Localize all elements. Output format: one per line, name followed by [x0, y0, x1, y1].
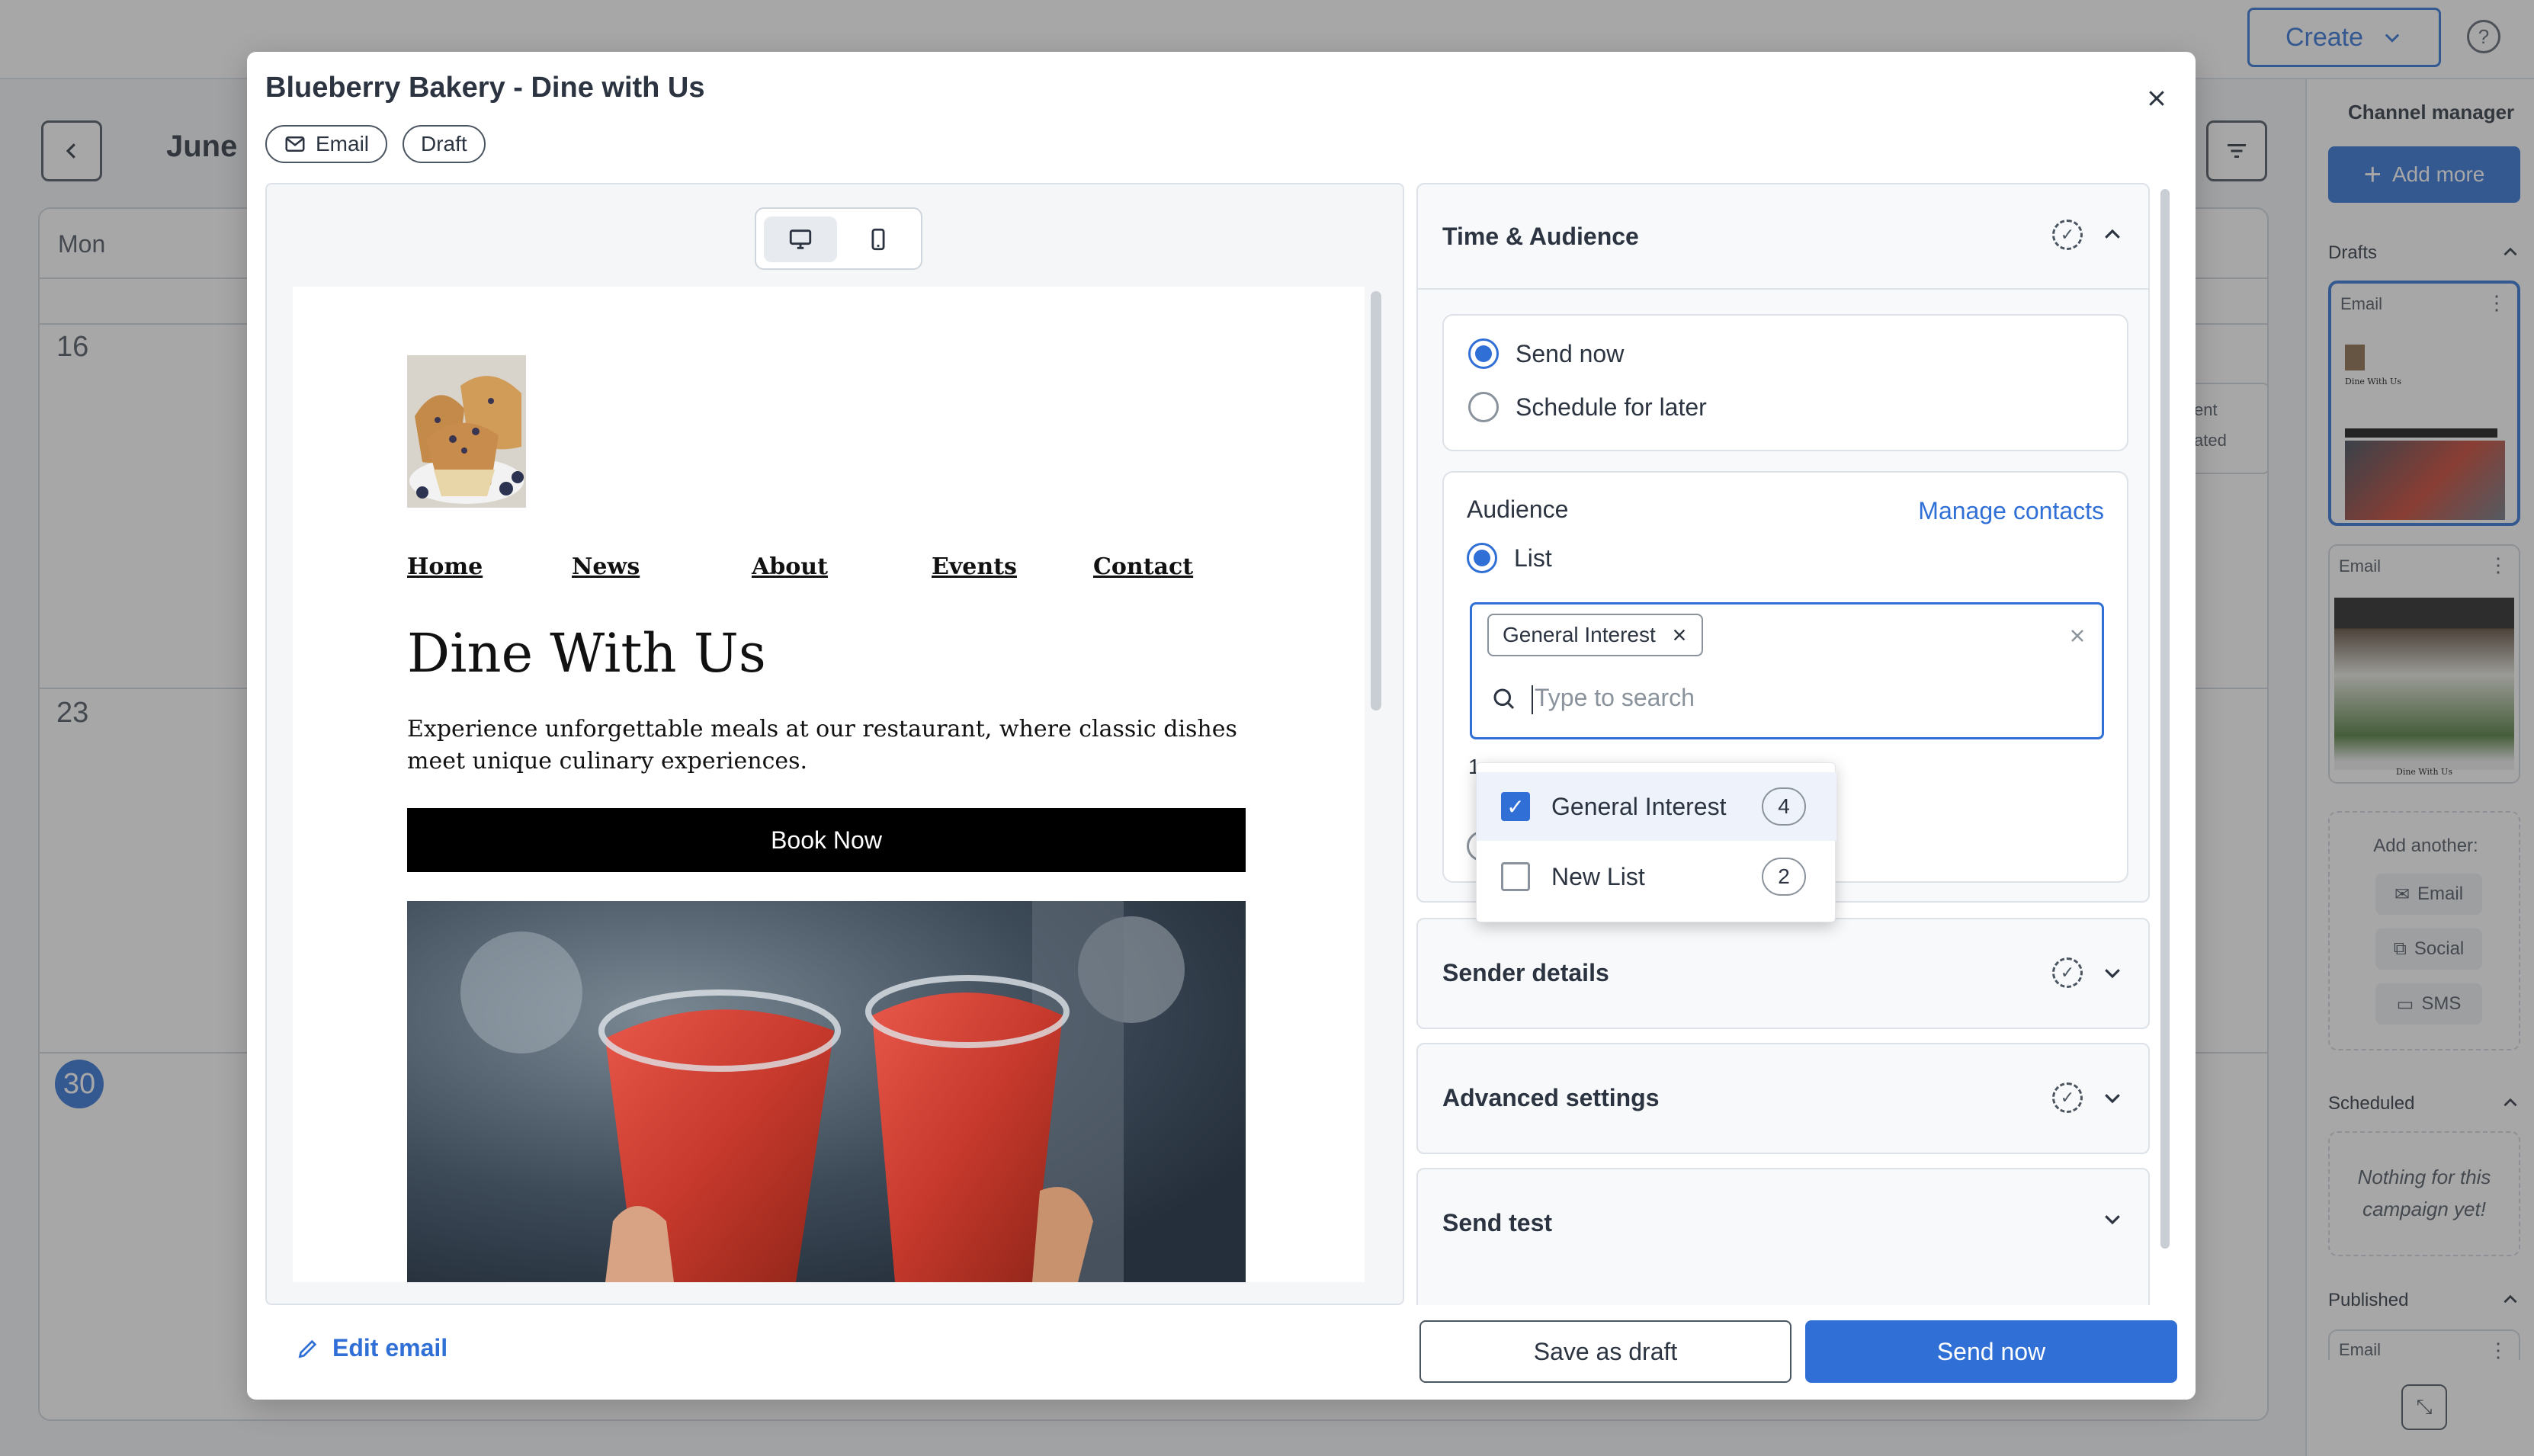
settings-panel: Time & Audience ✓ Send now Schedule for …	[1416, 183, 2156, 1305]
divider	[1418, 288, 2148, 290]
selected-list-tag: General Interest	[1487, 614, 1703, 656]
save-draft-button[interactable]: Save as draft	[1419, 1320, 1791, 1383]
chevron-down-icon	[2105, 1215, 2120, 1225]
radio-selected[interactable]	[1468, 338, 1499, 369]
checkbox-checked[interactable]: ✓	[1501, 792, 1530, 821]
advanced-settings-section[interactable]: Advanced settings ✓	[1416, 1043, 2150, 1154]
audience-list-label: List	[1514, 544, 1552, 572]
clear-selection-icon[interactable]	[2068, 620, 2087, 652]
close-icon[interactable]	[2138, 79, 2176, 117]
search-icon	[1493, 688, 1515, 709]
channel-pill: Email	[265, 125, 388, 163]
time-audience-controls[interactable]: ✓	[2052, 220, 2124, 250]
mobile-icon	[871, 228, 885, 251]
list-search-input[interactable]: Type to search	[1490, 684, 1695, 714]
send-now-label: Send now	[1516, 339, 1625, 367]
send-now-option[interactable]: Send now	[1468, 338, 1624, 369]
send-time-card: Send now Schedule for later	[1442, 314, 2128, 451]
sender-details-title: Sender details	[1442, 959, 1609, 986]
list-count-badge: 2	[1762, 858, 1806, 896]
campaign-modal: Blueberry Bakery - Dine with Us Email Dr…	[247, 52, 2196, 1400]
manage-contacts-link[interactable]: Manage contacts	[1918, 497, 2104, 525]
list-option-label: General Interest	[1551, 792, 1727, 820]
list-dropdown: ✓ General Interest 4 New List 2	[1476, 762, 1836, 922]
email-nav-contact[interactable]: Contact	[1093, 553, 1193, 580]
remove-tag-icon[interactable]	[1671, 627, 1688, 643]
radio-unselected[interactable]	[1468, 392, 1499, 422]
settings-scrollbar[interactable]	[2160, 189, 2170, 1249]
edit-email-label: Edit email	[332, 1334, 448, 1361]
selected-list-tag-label: General Interest	[1503, 623, 1656, 646]
email-nav-home[interactable]: Home	[407, 553, 483, 580]
list-count-badge: 4	[1762, 787, 1806, 826]
pencil-icon	[298, 1339, 317, 1358]
drinks-photo	[407, 901, 1246, 1282]
modal-title: Blueberry Bakery - Dine with Us	[265, 72, 705, 104]
channel-pill-label: Email	[316, 132, 370, 156]
sender-details-controls: ✓	[2052, 957, 2124, 988]
send-test-section[interactable]: Send test	[1416, 1168, 2150, 1305]
list-option-new-list[interactable]: New List 2	[1477, 842, 1836, 911]
status-badge: Draft	[403, 125, 486, 163]
chevron-down-icon	[2105, 969, 2120, 979]
book-now-button[interactable]: Book Now	[407, 808, 1246, 872]
chevron-up-icon	[2105, 229, 2120, 239]
preview-scrollbar[interactable]	[1371, 291, 1381, 710]
email-heading: Dine With Us	[407, 622, 766, 685]
envelope-icon	[285, 136, 305, 152]
audience-label: Audience	[1467, 495, 1569, 523]
list-option-label: New List	[1551, 862, 1645, 890]
email-nav-events[interactable]: Events	[932, 553, 1017, 580]
list-combobox[interactable]: General Interest Type to search	[1470, 602, 2104, 739]
device-toggle	[755, 207, 922, 270]
send-now-button[interactable]: Send now	[1805, 1320, 2177, 1383]
schedule-later-option[interactable]: Schedule for later	[1468, 392, 1707, 422]
mobile-view-button[interactable]	[842, 216, 915, 262]
email-nav-news[interactable]: News	[572, 553, 640, 580]
email-body-text: Experience unforgettable meals at our re…	[407, 716, 1237, 775]
desktop-view-button[interactable]	[764, 216, 837, 262]
desktop-icon	[789, 229, 812, 249]
audience-list-option[interactable]: List	[1467, 543, 1552, 573]
advanced-settings-title: Advanced settings	[1442, 1084, 1660, 1111]
sender-details-section[interactable]: Sender details ✓	[1416, 918, 2150, 1029]
email-canvas: Home News About Events Contact Dine With…	[293, 287, 1365, 1282]
email-nav-about[interactable]: About	[752, 553, 828, 580]
schedule-later-label: Schedule for later	[1516, 393, 1707, 421]
email-preview-panel: Home News About Events Contact Dine With…	[265, 183, 1404, 1305]
radio-selected[interactable]	[1467, 543, 1497, 573]
text-caret	[1532, 685, 1533, 714]
send-test-controls	[2101, 1207, 2124, 1230]
bakery-logo-image	[407, 355, 526, 508]
advanced-settings-controls: ✓	[2052, 1082, 2124, 1113]
dashed-check-icon: ✓	[2052, 1082, 2083, 1113]
email-nav: Home News About Events Contact	[407, 553, 1246, 584]
checkbox-unchecked[interactable]	[1501, 862, 1530, 891]
time-audience-title[interactable]: Time & Audience	[1442, 223, 1639, 251]
edit-email-button[interactable]: Edit email	[296, 1334, 447, 1362]
chevron-down-icon	[2105, 1094, 2120, 1104]
list-option-general-interest[interactable]: ✓ General Interest 4	[1477, 772, 1836, 841]
dashed-check-icon: ✓	[2052, 220, 2083, 250]
dashed-check-icon: ✓	[2052, 957, 2083, 988]
search-placeholder: Type to search	[1535, 684, 1695, 711]
send-test-title: Send test	[1442, 1209, 1553, 1236]
